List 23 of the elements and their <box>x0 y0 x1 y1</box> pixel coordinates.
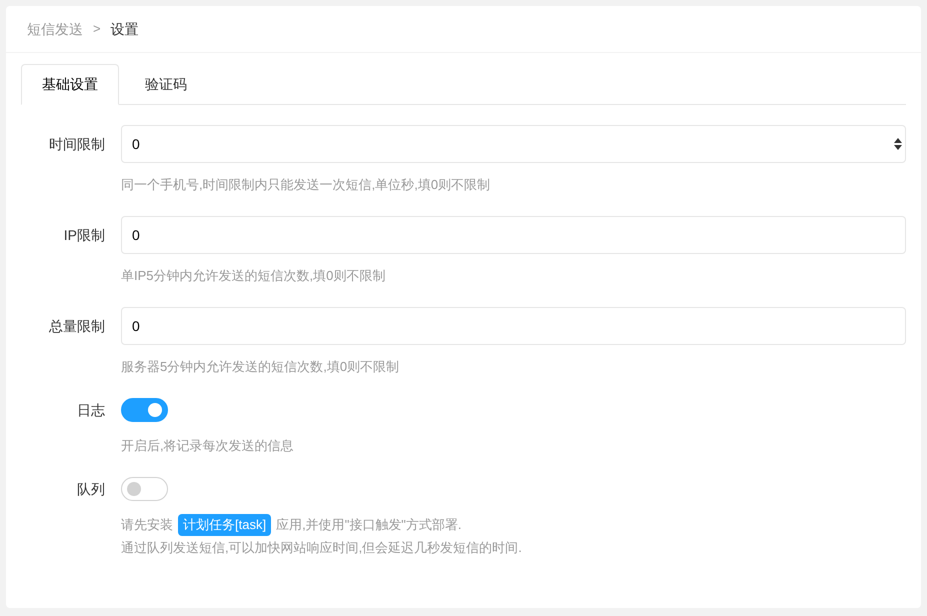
input-field[interactable]: 0 <box>121 216 906 254</box>
field-label: 总量限制 <box>48 317 106 336</box>
field-label: 时间限制 <box>48 135 106 154</box>
help-text: 请先安装 <box>121 516 173 534</box>
toggle-switch[interactable] <box>121 477 168 501</box>
field-label: 日志 <box>76 401 106 420</box>
help-text: 应用,并使用"接口触发"方式部署. <box>276 516 462 534</box>
tab[interactable]: 验证码 <box>119 64 213 105</box>
spinner-icon[interactable] <box>894 138 902 150</box>
input-field[interactable]: 0 <box>121 307 906 345</box>
breadcrumb-current[interactable]: 设置 <box>110 18 139 40</box>
field-label: IP限制 <box>62 226 106 245</box>
help-text: 通过队列发送短信,可以加快网站响应时间,但会延迟几秒发短信的时间. <box>121 539 523 557</box>
input-field[interactable]: 0 <box>121 125 906 163</box>
badge: 计划任务[task] <box>178 514 272 536</box>
help-text: 同一个手机号,时间限制内只能发送一次短信,单位秒,填0则不限制 <box>121 176 492 194</box>
help-text: 服务器5分钟内允许发送的短信次数,填0则不限制 <box>121 358 400 376</box>
help-text: 开启后,将记录每次发送的信息 <box>121 437 295 455</box>
breadcrumb-separator: > <box>93 20 101 38</box>
tab[interactable]: 基础设置 <box>21 64 119 105</box>
toggle-switch[interactable] <box>121 398 168 422</box>
help-text: 单IP5分钟内允许发送的短信次数,填0则不限制 <box>121 267 386 285</box>
field-label: 队列 <box>76 480 106 499</box>
